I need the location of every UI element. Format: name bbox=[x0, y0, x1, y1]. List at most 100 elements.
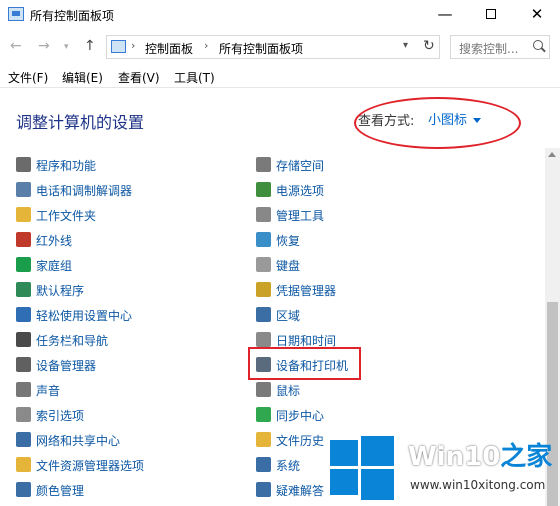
control-panel-item-label[interactable]: 鼠标 bbox=[276, 382, 300, 399]
control-panel-item[interactable]: 默认程序 bbox=[16, 278, 236, 303]
control-panel-item[interactable]: 红外线 bbox=[16, 228, 236, 253]
control-panel-item-label[interactable]: 凭据管理器 bbox=[276, 282, 336, 299]
title-bar: 所有控制面板项 — ✕ bbox=[0, 0, 560, 30]
control-panel-item-label[interactable]: 网络和共享中心 bbox=[36, 432, 120, 449]
menu-tools[interactable]: 工具(T) bbox=[174, 69, 215, 86]
control-panel-item[interactable]: 管理工具 bbox=[256, 203, 476, 228]
control-panel-item-label[interactable]: 存储空间 bbox=[276, 157, 324, 174]
default-programs-icon bbox=[16, 282, 31, 297]
control-panel-item-label[interactable]: 任务栏和导航 bbox=[36, 332, 108, 349]
search-placeholder: 搜索控制... bbox=[459, 42, 519, 56]
menu-file[interactable]: 文件(F) bbox=[8, 69, 48, 86]
menu-edit[interactable]: 编辑(E) bbox=[62, 69, 103, 86]
forward-arrow-icon[interactable]: → bbox=[38, 38, 50, 54]
control-panel-item[interactable]: 设备管理器 bbox=[16, 353, 236, 378]
control-panel-item[interactable]: 存储空间 bbox=[256, 153, 476, 178]
power-options-icon bbox=[256, 182, 271, 197]
region-icon bbox=[256, 307, 271, 322]
refresh-icon[interactable]: ↻ bbox=[423, 38, 435, 54]
control-panel-item[interactable]: 索引选项 bbox=[16, 403, 236, 428]
control-panel-item-label[interactable]: 文件历史 bbox=[276, 432, 324, 449]
control-panel-item[interactable]: 网络和共享中心 bbox=[16, 428, 236, 453]
indexing-icon bbox=[16, 407, 31, 422]
control-panel-item-label[interactable]: 程序和功能 bbox=[36, 157, 96, 174]
control-panel-item-label[interactable]: 疑难解答 bbox=[276, 482, 324, 499]
work-folders-icon bbox=[16, 207, 31, 222]
up-arrow-icon[interactable]: ↑ bbox=[84, 38, 96, 54]
address-field[interactable]: › 控制面板 › 所有控制面板项 ▾ ↻ bbox=[106, 35, 440, 59]
watermark-brand-name: Win10 bbox=[408, 442, 501, 472]
credential-manager-icon bbox=[256, 282, 271, 297]
minimize-button[interactable]: — bbox=[422, 0, 468, 30]
sync-center-icon bbox=[256, 407, 271, 422]
control-panel-item[interactable]: 电源选项 bbox=[256, 178, 476, 203]
annotation-highlight-box bbox=[248, 347, 361, 380]
address-history-chevron-icon[interactable]: ▾ bbox=[403, 40, 408, 51]
maximize-icon bbox=[486, 9, 496, 19]
breadcrumb-control-panel[interactable]: 控制面板 bbox=[145, 40, 193, 57]
system-icon bbox=[256, 457, 271, 472]
control-panel-item[interactable]: 键盘 bbox=[256, 253, 476, 278]
storage-spaces-icon bbox=[256, 157, 271, 172]
control-panel-item-label[interactable]: 默认程序 bbox=[36, 282, 84, 299]
menu-view[interactable]: 查看(V) bbox=[118, 69, 160, 86]
control-panel-item[interactable]: 家庭组 bbox=[16, 253, 236, 278]
troubleshooting-icon bbox=[256, 482, 271, 497]
close-button[interactable]: ✕ bbox=[514, 0, 560, 30]
ease-of-access-icon bbox=[16, 307, 31, 322]
annotation-circle bbox=[354, 97, 521, 149]
breadcrumb-all-items[interactable]: 所有控制面板项 bbox=[219, 40, 303, 57]
homegroup-icon bbox=[16, 257, 31, 272]
explorer-options-icon bbox=[16, 457, 31, 472]
control-panel-item[interactable]: 电话和调制解调器 bbox=[16, 178, 236, 203]
control-panel-item-label[interactable]: 设备管理器 bbox=[36, 357, 96, 374]
recent-locations-chevron-icon[interactable]: ▾ bbox=[64, 42, 69, 52]
control-panel-item[interactable]: 轻松使用设置中心 bbox=[16, 303, 236, 328]
control-panel-item-label[interactable]: 电话和调制解调器 bbox=[36, 182, 132, 199]
control-panel-item-label[interactable]: 文件资源管理器选项 bbox=[36, 457, 144, 474]
control-panel-item[interactable]: 工作文件夹 bbox=[16, 203, 236, 228]
admin-tools-icon bbox=[256, 207, 271, 222]
date-time-icon bbox=[256, 332, 271, 347]
sound-icon bbox=[16, 382, 31, 397]
scroll-up-arrow-icon[interactable] bbox=[548, 152, 556, 157]
control-panel-item-label[interactable]: 家庭组 bbox=[36, 257, 72, 274]
control-panel-item[interactable]: 区域 bbox=[256, 303, 476, 328]
control-panel-item[interactable]: 程序和功能 bbox=[16, 153, 236, 178]
control-panel-item-label[interactable]: 键盘 bbox=[276, 257, 300, 274]
back-arrow-icon[interactable]: ← bbox=[10, 38, 22, 54]
search-icon[interactable] bbox=[533, 40, 543, 50]
control-panel-item[interactable]: 声音 bbox=[16, 378, 236, 403]
address-toolbar: ← → ▾ ↑ › 控制面板 › 所有控制面板项 ▾ ↻ 搜索控制... bbox=[0, 30, 560, 64]
keyboard-icon bbox=[256, 257, 271, 272]
chevron-right-icon[interactable]: › bbox=[204, 39, 208, 52]
control-panel-item-label[interactable]: 恢复 bbox=[276, 232, 300, 249]
control-panel-item-label[interactable]: 轻松使用设置中心 bbox=[36, 307, 132, 324]
control-panel-item[interactable]: 颜色管理 bbox=[16, 478, 236, 503]
programs-icon bbox=[16, 157, 31, 172]
control-panel-item[interactable]: 同步中心 bbox=[256, 403, 476, 428]
control-panel-item-label[interactable]: 系统 bbox=[276, 457, 300, 474]
control-panel-item-label[interactable]: 颜色管理 bbox=[36, 482, 84, 499]
search-input[interactable]: 搜索控制... bbox=[450, 35, 550, 59]
menu-bar: 文件(F) 编辑(E) 查看(V) 工具(T) bbox=[0, 64, 560, 88]
control-panel-item-label[interactable]: 管理工具 bbox=[276, 207, 324, 224]
control-panel-item-label[interactable]: 索引选项 bbox=[36, 407, 84, 424]
control-panel-item-label[interactable]: 工作文件夹 bbox=[36, 207, 96, 224]
control-panel-item[interactable]: 鼠标 bbox=[256, 378, 476, 403]
control-panel-item[interactable]: 恢复 bbox=[256, 228, 476, 253]
control-panel-item-label[interactable]: 声音 bbox=[36, 382, 60, 399]
watermark: Win10之家 www.win10xitong.com bbox=[328, 432, 560, 506]
chevron-right-icon[interactable]: › bbox=[131, 39, 135, 52]
control-panel-item-label[interactable]: 红外线 bbox=[36, 232, 72, 249]
file-history-icon bbox=[256, 432, 271, 447]
control-panel-item-label[interactable]: 区域 bbox=[276, 307, 300, 324]
control-panel-item[interactable]: 任务栏和导航 bbox=[16, 328, 236, 353]
phone-modem-icon bbox=[16, 182, 31, 197]
taskbar-icon bbox=[16, 332, 31, 347]
maximize-button[interactable] bbox=[468, 0, 514, 30]
control-panel-item[interactable]: 凭据管理器 bbox=[256, 278, 476, 303]
control-panel-item-label[interactable]: 同步中心 bbox=[276, 407, 324, 424]
control-panel-item-label[interactable]: 电源选项 bbox=[276, 182, 324, 199]
control-panel-item[interactable]: 文件资源管理器选项 bbox=[16, 453, 236, 478]
